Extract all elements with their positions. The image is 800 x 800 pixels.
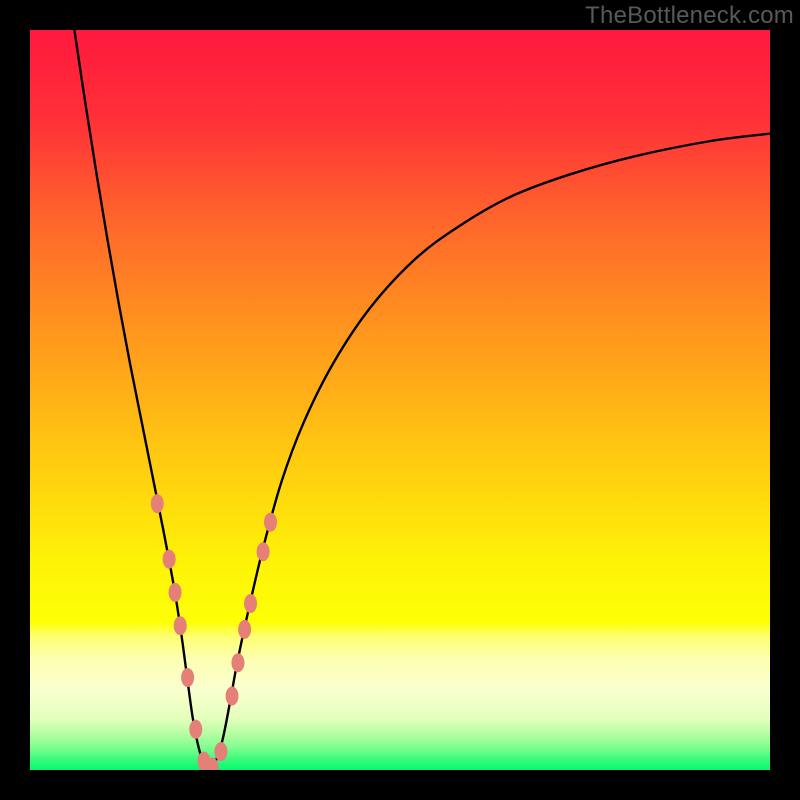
data-marker bbox=[214, 742, 227, 761]
watermark-text: TheBottleneck.com bbox=[585, 2, 794, 30]
data-marker bbox=[181, 668, 194, 687]
data-marker bbox=[163, 550, 176, 569]
data-marker bbox=[226, 687, 239, 706]
data-marker bbox=[264, 513, 277, 532]
data-marker bbox=[238, 620, 251, 639]
curve-layer bbox=[30, 30, 770, 770]
data-marker bbox=[174, 616, 187, 635]
data-marker bbox=[244, 594, 257, 613]
data-marker bbox=[231, 653, 244, 672]
data-marker bbox=[169, 583, 182, 602]
plot-area bbox=[30, 30, 770, 770]
bottleneck-curve bbox=[74, 30, 770, 768]
chart-frame: TheBottleneck.com bbox=[0, 0, 800, 800]
data-marker bbox=[189, 720, 202, 739]
data-marker bbox=[151, 494, 164, 513]
marker-group bbox=[151, 494, 277, 770]
data-marker bbox=[257, 542, 270, 561]
